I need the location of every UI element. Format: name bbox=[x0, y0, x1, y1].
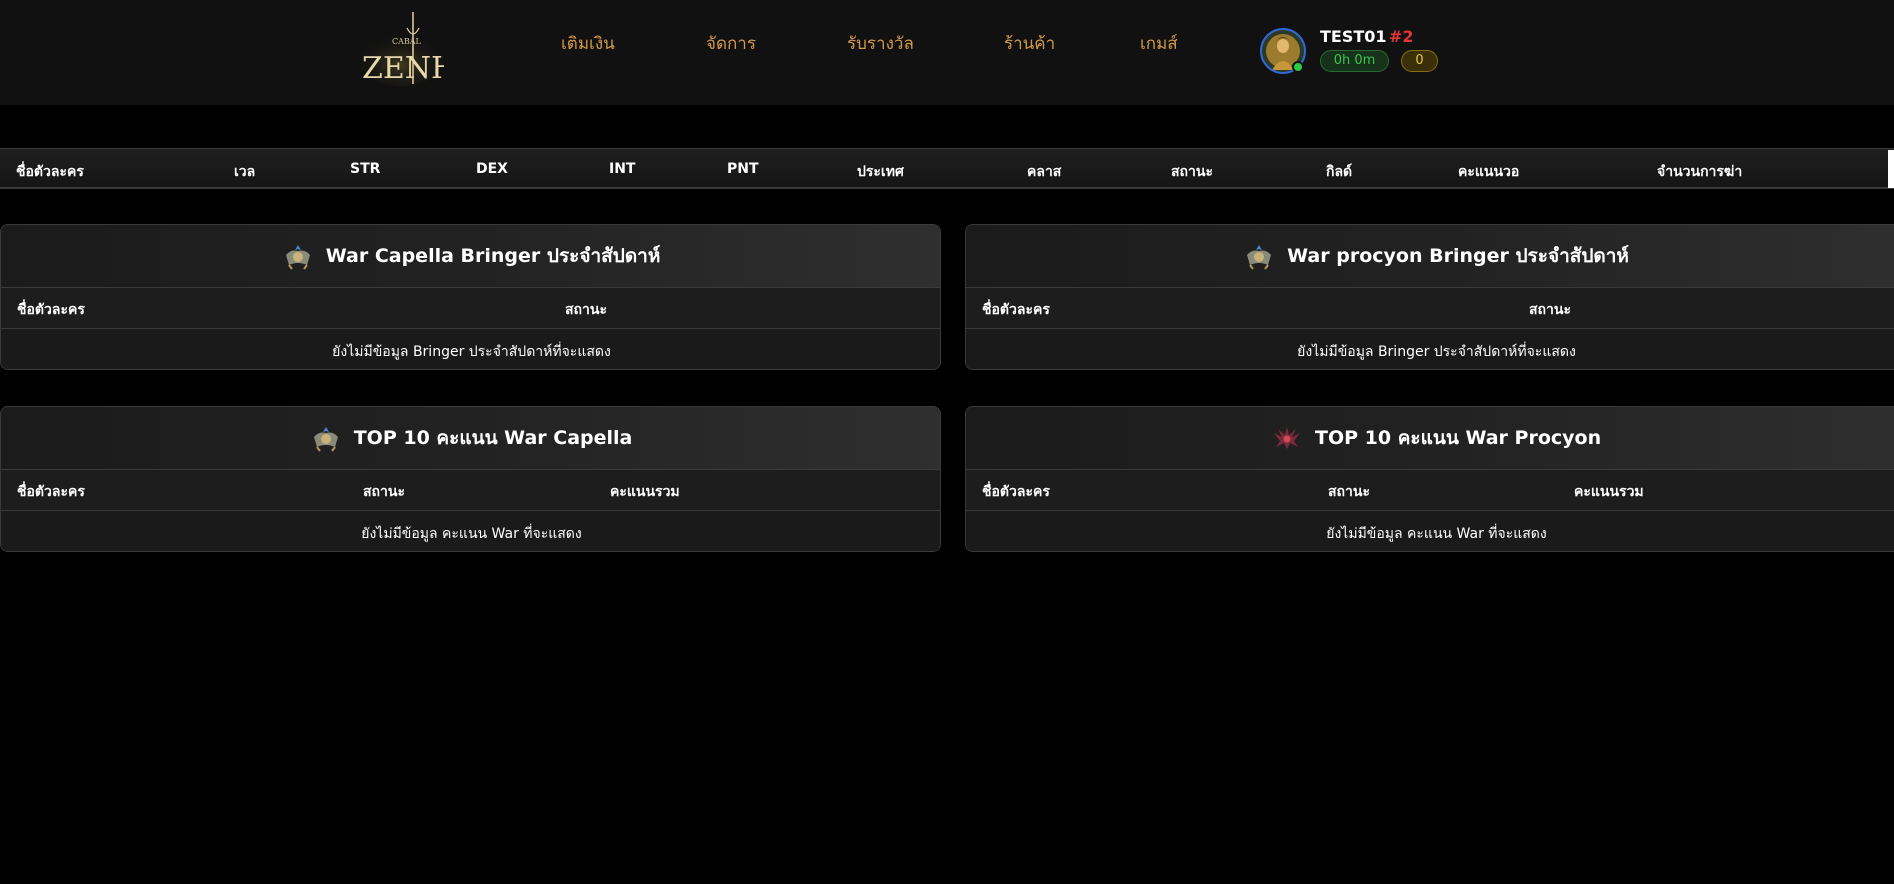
col-status: สถานะ bbox=[1328, 484, 1370, 500]
panel-title: TOP 10 คะแนน War Capella bbox=[353, 427, 633, 449]
svg-text:CABAL: CABAL bbox=[392, 37, 422, 46]
col-character-name: ชื่อตัวละคร bbox=[982, 484, 1050, 500]
empty-message: ยังไม่มีข้อมูล Bringer ประจำสัปดาห์ที่จะ… bbox=[1297, 344, 1576, 360]
capella-emblem-icon bbox=[1244, 241, 1274, 271]
panel-header: TOP 10 คะแนน War Procyon bbox=[966, 407, 1894, 470]
panel-header: TOP 10 คะแนน War Capella bbox=[1, 407, 940, 470]
empty-state-row: ยังไม่มีข้อมูล คะแนน War ที่จะแสดง bbox=[1, 512, 940, 551]
empty-state-row: ยังไม่มีข้อมูล Bringer ประจำสัปดาห์ที่จะ… bbox=[1, 330, 940, 369]
user-rank: #2 bbox=[1389, 27, 1414, 46]
col-level[interactable]: เวล bbox=[234, 161, 255, 183]
empty-state-row: ยังไม่มีข้อมูล Bringer ประจำสัปดาห์ที่จะ… bbox=[966, 330, 1894, 369]
col-guild[interactable]: กิลด์ bbox=[1326, 161, 1352, 183]
capella-emblem-icon bbox=[311, 423, 341, 453]
capella-bringer-panel: War Capella Bringer ประจำสัปดาห์ ชื่อตัว… bbox=[0, 224, 941, 370]
username: TEST01 bbox=[1320, 27, 1387, 46]
top-header: CABAL ZENH เติมเงิน จัดการ รับรางวัล ร้า… bbox=[0, 0, 1894, 105]
capella-top10-panel: TOP 10 คะแนน War Capella ชื่อตัวละคร สถา… bbox=[0, 406, 941, 552]
panel-column-header: ชื่อตัวละคร สถานะ คะแนนรวม bbox=[1, 470, 940, 511]
col-character-name: ชื่อตัวละคร bbox=[17, 302, 85, 318]
col-character-name[interactable]: ชื่อตัวละคร bbox=[16, 161, 84, 183]
cabal-zenh-logo[interactable]: CABAL ZENH bbox=[358, 10, 457, 86]
nav-rewards[interactable]: รับรางวัล bbox=[847, 30, 914, 57]
col-kills[interactable]: จำนวนการฆ่า bbox=[1657, 161, 1742, 183]
procyon-top10-panel: TOP 10 คะแนน War Procyon ชื่อตัวละคร สถา… bbox=[965, 406, 1894, 552]
panel-column-header: ชื่อตัวละคร สถานะ bbox=[1, 288, 940, 329]
character-ranking-table-header: ชื่อตัวละคร เวล STR DEX INT PNT ประเทศ ค… bbox=[0, 148, 1894, 189]
col-status: สถานะ bbox=[363, 484, 405, 500]
col-status: สถานะ bbox=[1529, 302, 1571, 318]
table-scroll-edge bbox=[1888, 150, 1894, 188]
col-total-score: คะแนนรวม bbox=[1574, 484, 1644, 500]
panel-column-header: ชื่อตัวละคร สถานะ bbox=[966, 288, 1894, 329]
col-class[interactable]: คลาส bbox=[1027, 161, 1061, 183]
nav-topup[interactable]: เติมเงิน bbox=[561, 30, 615, 57]
col-int[interactable]: INT bbox=[609, 161, 635, 177]
empty-state-row: ยังไม่มีข้อมูล คะแนน War ที่จะแสดง bbox=[966, 512, 1894, 551]
logo-image: CABAL ZENH bbox=[359, 12, 457, 86]
online-status-indicator bbox=[1292, 61, 1304, 73]
col-status[interactable]: สถานะ bbox=[1171, 161, 1213, 183]
procyon-bringer-panel: War procyon Bringer ประจำสัปดาห์ ชื่อตัว… bbox=[965, 224, 1894, 370]
col-war-score[interactable]: คะแนนวอ bbox=[1458, 161, 1519, 183]
panel-title: War Capella Bringer ประจำสัปดาห์ bbox=[325, 245, 661, 267]
nav-shop[interactable]: ร้านค้า bbox=[1004, 30, 1055, 57]
col-pnt[interactable]: PNT bbox=[727, 161, 759, 177]
svg-text:ZENH: ZENH bbox=[362, 51, 444, 86]
col-dex[interactable]: DEX bbox=[476, 161, 508, 177]
empty-message: ยังไม่มีข้อมูล คะแนน War ที่จะแสดง bbox=[1326, 526, 1547, 542]
col-status: สถานะ bbox=[565, 302, 607, 318]
col-total-score: คะแนนรวม bbox=[610, 484, 680, 500]
nav-games[interactable]: เกมส์ bbox=[1140, 30, 1178, 57]
empty-message: ยังไม่มีข้อมูล Bringer ประจำสัปดาห์ที่จะ… bbox=[332, 344, 611, 360]
procyon-emblem-icon bbox=[1272, 423, 1302, 453]
col-character-name: ชื่อตัวละคร bbox=[17, 484, 85, 500]
coin-badge: 0 bbox=[1401, 50, 1438, 72]
empty-message: ยังไม่มีข้อมูล คะแนน War ที่จะแสดง bbox=[361, 526, 582, 542]
capella-emblem-icon bbox=[283, 241, 313, 271]
panel-column-header: ชื่อตัวละคร สถานะ คะแนนรวม bbox=[966, 470, 1894, 511]
panel-header: War procyon Bringer ประจำสัปดาห์ bbox=[966, 225, 1894, 288]
panel-title: TOP 10 คะแนน War Procyon bbox=[1314, 427, 1602, 449]
col-nation[interactable]: ประเทศ bbox=[857, 161, 904, 183]
col-character-name: ชื่อตัวละคร bbox=[982, 302, 1050, 318]
panel-header: War Capella Bringer ประจำสัปดาห์ bbox=[1, 225, 940, 288]
playtime-badge: 0h 0m bbox=[1320, 50, 1389, 72]
nav-manage[interactable]: จัดการ bbox=[706, 30, 756, 57]
panel-title: War procyon Bringer ประจำสัปดาห์ bbox=[1287, 245, 1629, 267]
col-str[interactable]: STR bbox=[350, 161, 380, 177]
